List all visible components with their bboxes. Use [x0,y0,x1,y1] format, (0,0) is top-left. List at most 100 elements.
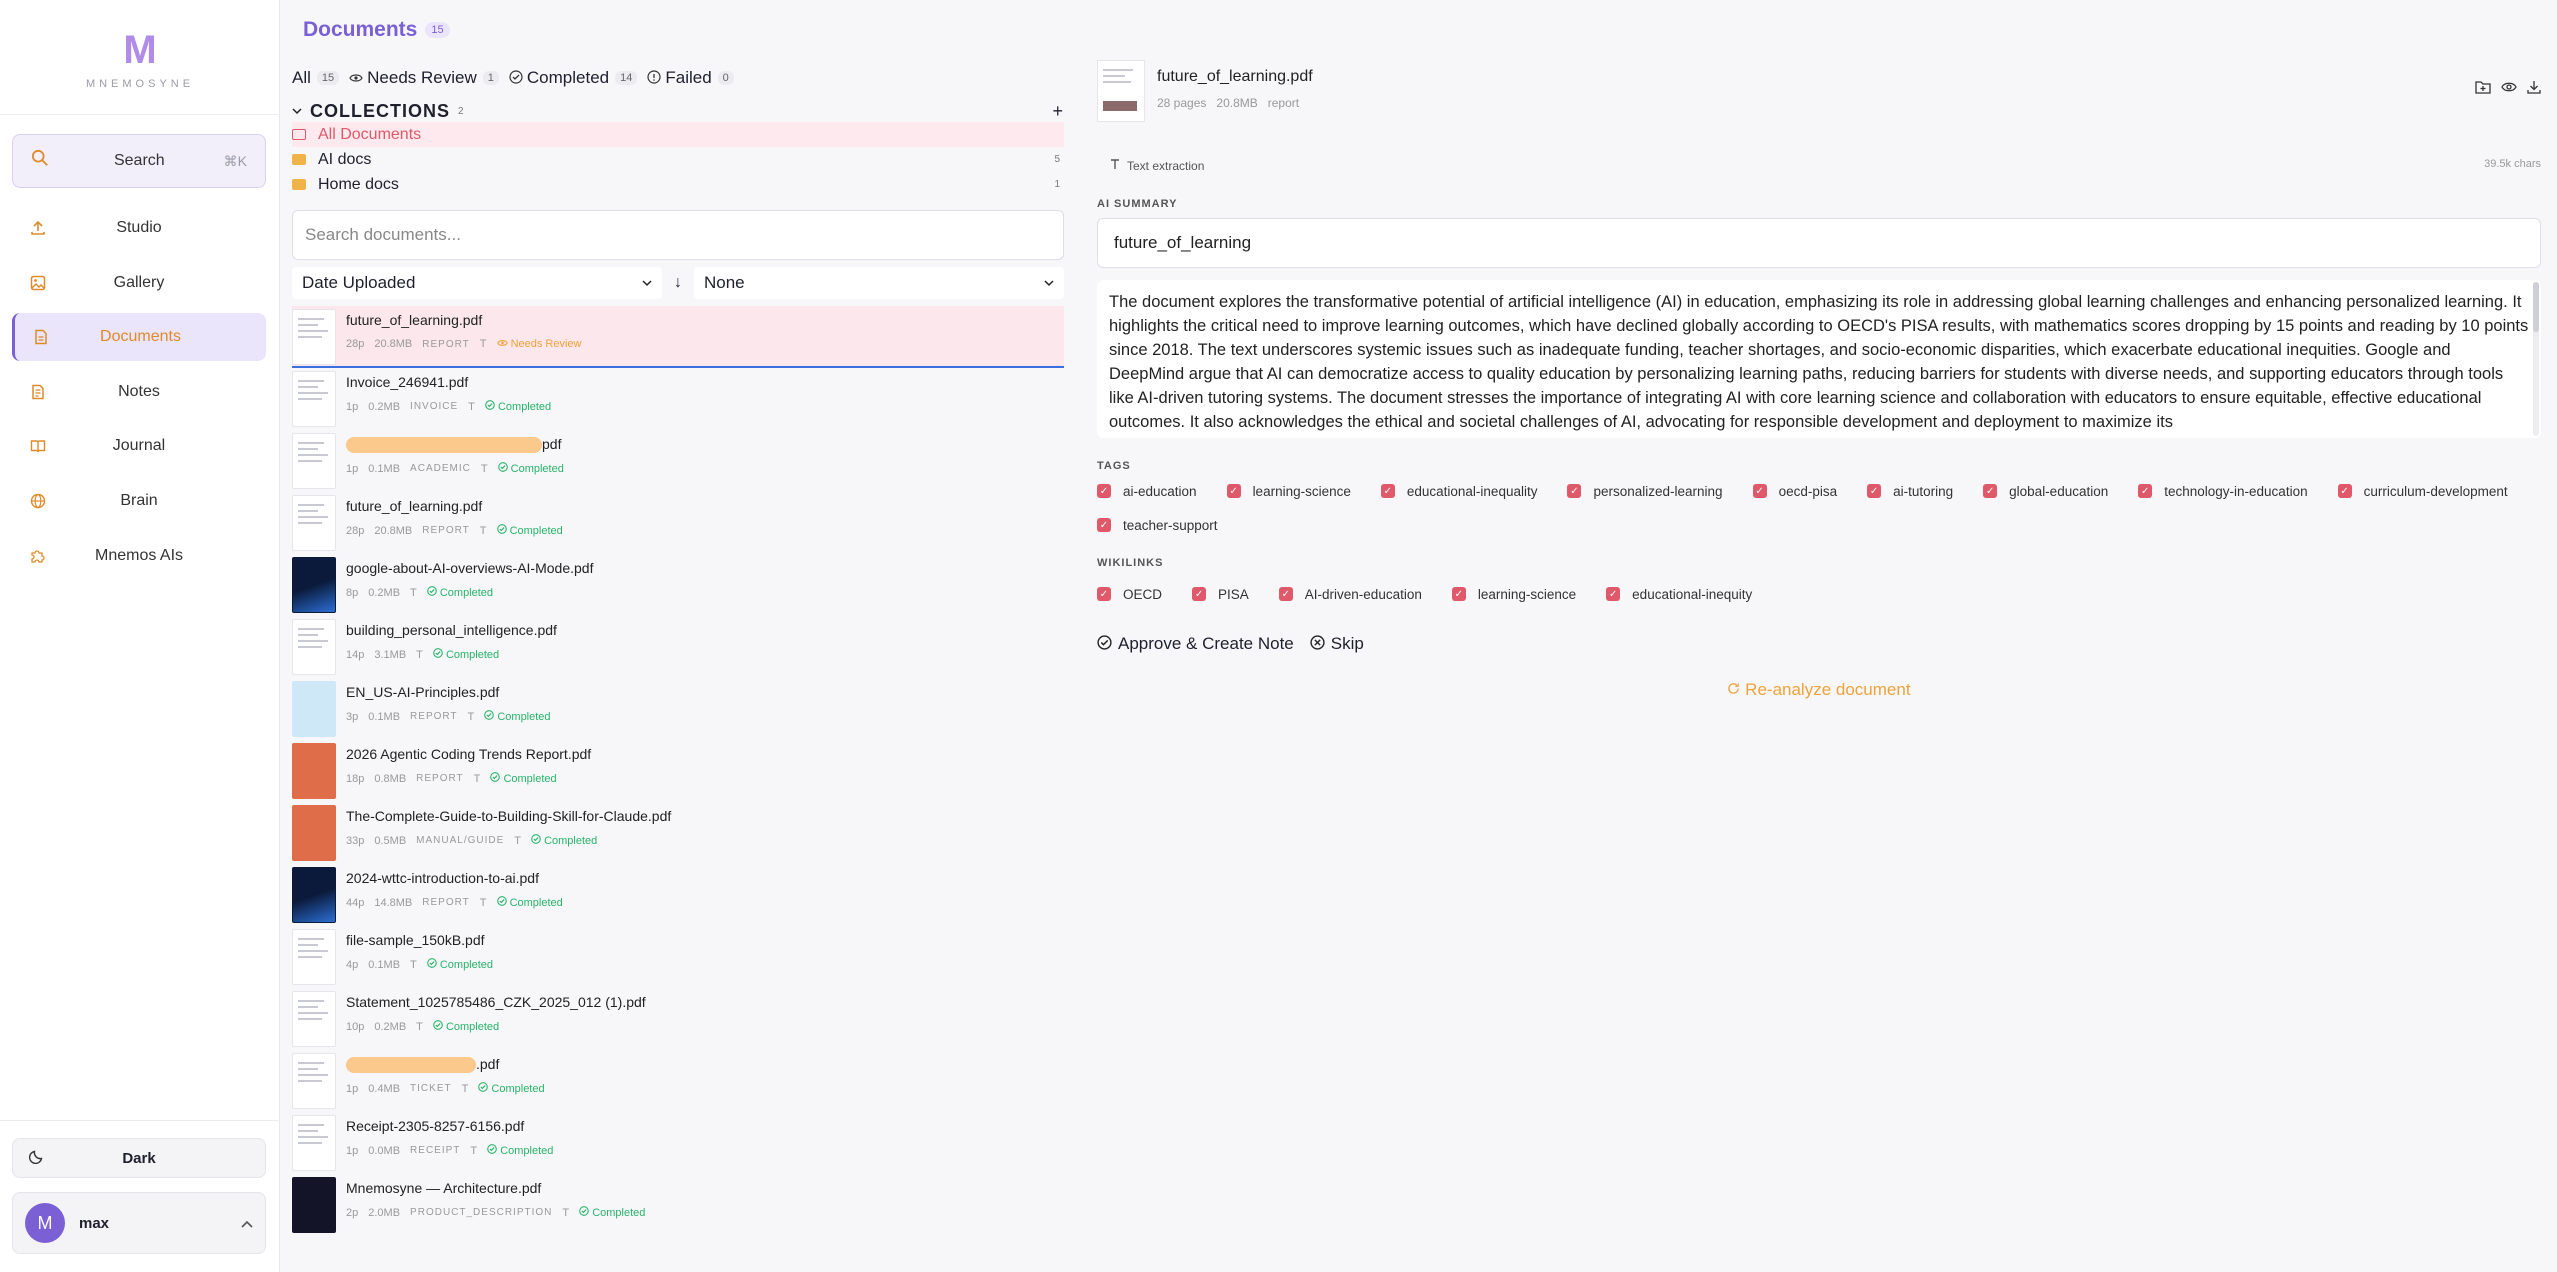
redacted-text [346,437,542,454]
summary-text[interactable]: The document explores the transformative… [1097,280,2541,438]
scrollbar-thumb[interactable] [2533,282,2539,332]
sort-select[interactable]: Date Uploaded [292,267,662,299]
theme-toggle-button[interactable]: Dark [12,1138,266,1178]
reanalyze-button[interactable]: Re-analyze document [1097,680,2541,700]
search-shortcut: ⌘K [223,152,247,169]
document-thumbnail [292,619,336,675]
document-row[interactable]: Receipt-2305-8257-6156.pdf 1p 0.0MB RECE… [292,1112,1064,1174]
document-thumbnail [292,805,336,861]
file-size: 0.2MB [374,1020,407,1033]
status-text: Completed [439,959,494,971]
tag-checkbox[interactable]: ✓ ai-education [1097,480,1197,502]
filter-count: 0 [717,71,734,85]
checkbox-checked-icon: ✓ [1752,484,1767,498]
summary-title-input[interactable] [1097,218,2541,268]
filter-count: 15 [316,71,340,85]
tag-checkbox[interactable]: ✓ curriculum-development [2337,480,2508,502]
filter-needs-review[interactable]: Needs Review 1 [349,68,499,88]
document-thumbnail [292,495,336,551]
tag-checkbox[interactable]: ✓ ai-tutoring [1867,480,1953,502]
summary-scrollbar[interactable] [2533,282,2539,436]
document-row[interactable]: Invoice_246941.pdf 1p 0.2MB INVOICE T Co… [292,368,1064,430]
nav-item-brain[interactable]: Brain [12,477,266,525]
sort-direction-button[interactable]: ↓ [668,274,688,292]
nav-label: Mnemos AIs [94,546,184,564]
tag-checkbox[interactable]: ✓ learning-science [1226,480,1351,502]
document-filename: future_of_learning.pdf [1157,68,1313,85]
document-name: The-Complete-Guide-to-Building-Skill-for… [346,808,671,826]
document-meta: 1p 0.2MB INVOICE T Completed [346,400,551,413]
document-type: report [1267,96,1300,110]
nav-item-documents[interactable]: Documents [12,313,266,362]
document-row[interactable]: 2024-wttc-introduction-to-ai.pdf 44p 14.… [292,864,1064,926]
file-size: 3.1MB [374,648,407,661]
group-select[interactable]: None [694,267,1064,299]
document-row[interactable]: .pdf 1p 0.4MB TICKET T Completed [292,1050,1064,1112]
filter-failed[interactable]: Failed 0 [647,68,734,88]
nav-item-journal[interactable]: Journal [12,422,266,470]
nav-item-notes[interactable]: Notes [12,368,266,416]
status-text: Completed [445,1021,500,1033]
nav-item-mnemos-ais[interactable]: Mnemos AIs [12,532,266,580]
tag-checkbox[interactable]: ✓ global-education [1983,480,2108,502]
tag-checkbox[interactable]: ✓ oecd-pisa [1752,480,1837,502]
document-meta: 4p 0.1MB T Completed [346,958,493,971]
document-info: future_of_learning.pdf 28p 20.8MB REPORT… [346,492,563,537]
wikilink-checkbox[interactable]: ✓ educational-inequity [1606,583,1752,605]
tag-checkbox[interactable]: ✓ technology-in-education [2138,480,2308,502]
document-row[interactable]: building_personal_intelligence.pdf 14p 3… [292,616,1064,678]
status-badge: Completed [433,1020,499,1033]
wikilink-checkbox[interactable]: ✓ PISA [1192,583,1249,605]
theme-label: Dark [122,1149,156,1167]
approve-button[interactable]: Approve & Create Note [1097,634,1294,654]
image-icon [28,273,48,293]
nav-item-gallery[interactable]: Gallery [12,259,266,307]
filter-all[interactable]: All 15 [292,68,340,88]
document-row[interactable]: pdf 1p 0.1MB ACADEMIC T Completed [292,430,1064,492]
eye-icon[interactable] [2501,80,2517,98]
document-search-input[interactable] [292,210,1064,260]
collection-all-documents[interactable]: All Documents [292,122,1064,147]
collection-count: 1 [1054,179,1060,190]
wikilink-checkbox[interactable]: ✓ OECD [1097,583,1162,605]
status-text: Completed [445,649,500,661]
collection-ai-docs[interactable]: AI docs 5 [292,147,1064,172]
nav-item-studio[interactable]: Studio [12,204,266,252]
text-icon: T [470,1144,478,1157]
wikilink-checkbox[interactable]: ✓ AI-driven-education [1278,583,1422,605]
document-row[interactable]: google-about-AI-overviews-AI-Mode.pdf 8p… [292,554,1064,616]
collections-header[interactable]: COLLECTIONS 2 + [292,100,1064,122]
document-row[interactable]: EN_US-AI-Principles.pdf 3p 0.1MB REPORT … [292,678,1064,740]
document-row[interactable]: future_of_learning.pdf 28p 20.8MB REPORT… [292,492,1064,554]
tag-checkbox[interactable]: ✓ educational-inequality [1380,480,1537,502]
document-row[interactable]: file-sample_150kB.pdf 4p 0.1MB T Complet… [292,926,1064,988]
document-row[interactable]: future_of_learning.pdf 28p 20.8MB REPORT… [292,306,1064,368]
brand: M MNEMOSYNE [0,28,280,90]
user-menu[interactable]: M max [12,1192,266,1254]
globe-icon [28,491,48,511]
tag-checkbox[interactable]: ✓ teacher-support [1097,514,1218,536]
document-name-text: future_of_learning.pdf [346,498,483,514]
tag-checkbox[interactable]: ✓ personalized-learning [1567,480,1723,502]
status-text: Completed [509,525,563,537]
skip-button[interactable]: Skip [1310,634,1364,654]
folder-plus-icon[interactable] [2475,80,2491,98]
collection-home-docs[interactable]: Home docs 1 [292,172,1064,197]
divider [0,1120,280,1121]
filter-completed[interactable]: Completed 14 [509,68,638,88]
document-row[interactable]: Statement_1025785486_CZK_2025_012 (1).pd… [292,988,1064,1050]
document-row[interactable]: The-Complete-Guide-to-Building-Skill-for… [292,802,1064,864]
search-button[interactable]: Search ⌘K [12,134,266,188]
document-name-text: .pdf [476,1056,500,1072]
document-row[interactable]: Mnemosyne — Architecture.pdf 2p 2.0MB PR… [292,1174,1064,1236]
chip-label: PISA [1218,586,1249,602]
document-meta: 44p 14.8MB REPORT T Completed [346,896,563,909]
redacted-text [346,1057,476,1074]
download-icon[interactable] [2527,80,2541,98]
document-row[interactable]: 2026 Agentic Coding Trends Report.pdf 18… [292,740,1064,802]
document-name-text: Mnemosyne — Architecture.pdf [346,1180,542,1196]
chip-label: teacher-support [1123,517,1218,533]
add-collection-button[interactable]: + [1052,101,1064,122]
wikilink-checkbox[interactable]: ✓ learning-science [1451,583,1576,605]
chip-label: ai-tutoring [1893,483,1954,499]
